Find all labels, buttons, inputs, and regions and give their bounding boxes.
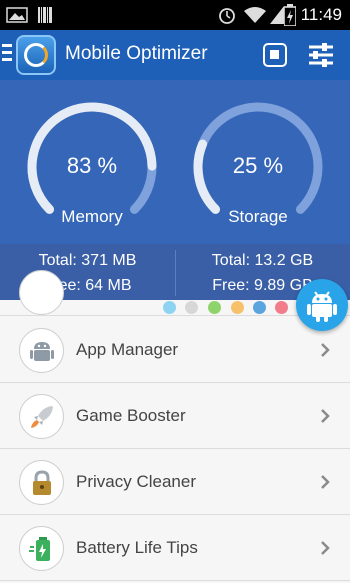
list-item-game-booster[interactable]: Game Booster xyxy=(0,383,350,449)
battery-charging-icon xyxy=(284,4,296,26)
alarm-icon xyxy=(219,8,235,24)
list-item-privacy-cleaner[interactable]: Privacy Cleaner xyxy=(0,449,350,515)
list-item-label: Privacy Cleaner xyxy=(76,472,196,491)
android-fab-button[interactable] xyxy=(296,279,348,331)
storage-total: Total: 13.2 GB xyxy=(211,252,314,269)
chevron-right-icon xyxy=(321,343,330,357)
signal-icon xyxy=(270,6,284,24)
wifi-icon xyxy=(244,7,266,23)
storage-label: Storage xyxy=(228,207,288,226)
storage-percent: 25 % xyxy=(232,153,284,178)
page-dot xyxy=(208,301,221,314)
lock-icon xyxy=(19,460,64,505)
barcode-icon xyxy=(38,7,52,23)
chevron-right-icon xyxy=(321,541,330,555)
page-dot xyxy=(253,301,266,314)
page-dot xyxy=(275,301,288,314)
status-bar: 11:49 xyxy=(0,0,350,30)
chevron-right-icon xyxy=(321,409,330,423)
storage-gauge[interactable]: 25 % Storage xyxy=(191,100,325,234)
list-item-label: Game Booster xyxy=(76,406,186,425)
android-icon xyxy=(19,328,64,373)
memory-gauge[interactable]: 83 % Memory xyxy=(25,100,159,234)
list-item-label: Battery Life Tips xyxy=(76,538,198,557)
page-dot xyxy=(231,301,244,314)
app-bar: Mobile Optimizer xyxy=(0,30,350,80)
sliders-icon[interactable] xyxy=(307,41,335,69)
feature-list: App Manager Game Booster Privacy Cleaner xyxy=(0,270,350,583)
app-title: Mobile Optimizer xyxy=(65,43,208,64)
chevron-right-icon xyxy=(321,475,330,489)
page-dot xyxy=(185,301,198,314)
stats-panel: 83 % Memory 25 % Storage Total: 371 MB F… xyxy=(0,80,350,300)
memory-percent: 83 % xyxy=(66,153,118,178)
battery-icon xyxy=(19,526,64,571)
list-item-battery-life-tips[interactable]: Battery Life Tips xyxy=(0,515,350,581)
android-icon xyxy=(307,291,337,322)
status-time: 11:49 xyxy=(300,5,342,24)
app-logo-icon xyxy=(16,35,56,75)
menu-icon[interactable] xyxy=(2,44,14,64)
list-item-label: App Manager xyxy=(76,340,179,359)
page-dot xyxy=(163,301,176,314)
image-icon xyxy=(6,7,28,23)
memory-label: Memory xyxy=(61,207,123,226)
rocket-icon xyxy=(19,394,64,439)
stop-square-icon[interactable] xyxy=(263,43,287,67)
memory-total: Total: 371 MB xyxy=(38,252,137,269)
